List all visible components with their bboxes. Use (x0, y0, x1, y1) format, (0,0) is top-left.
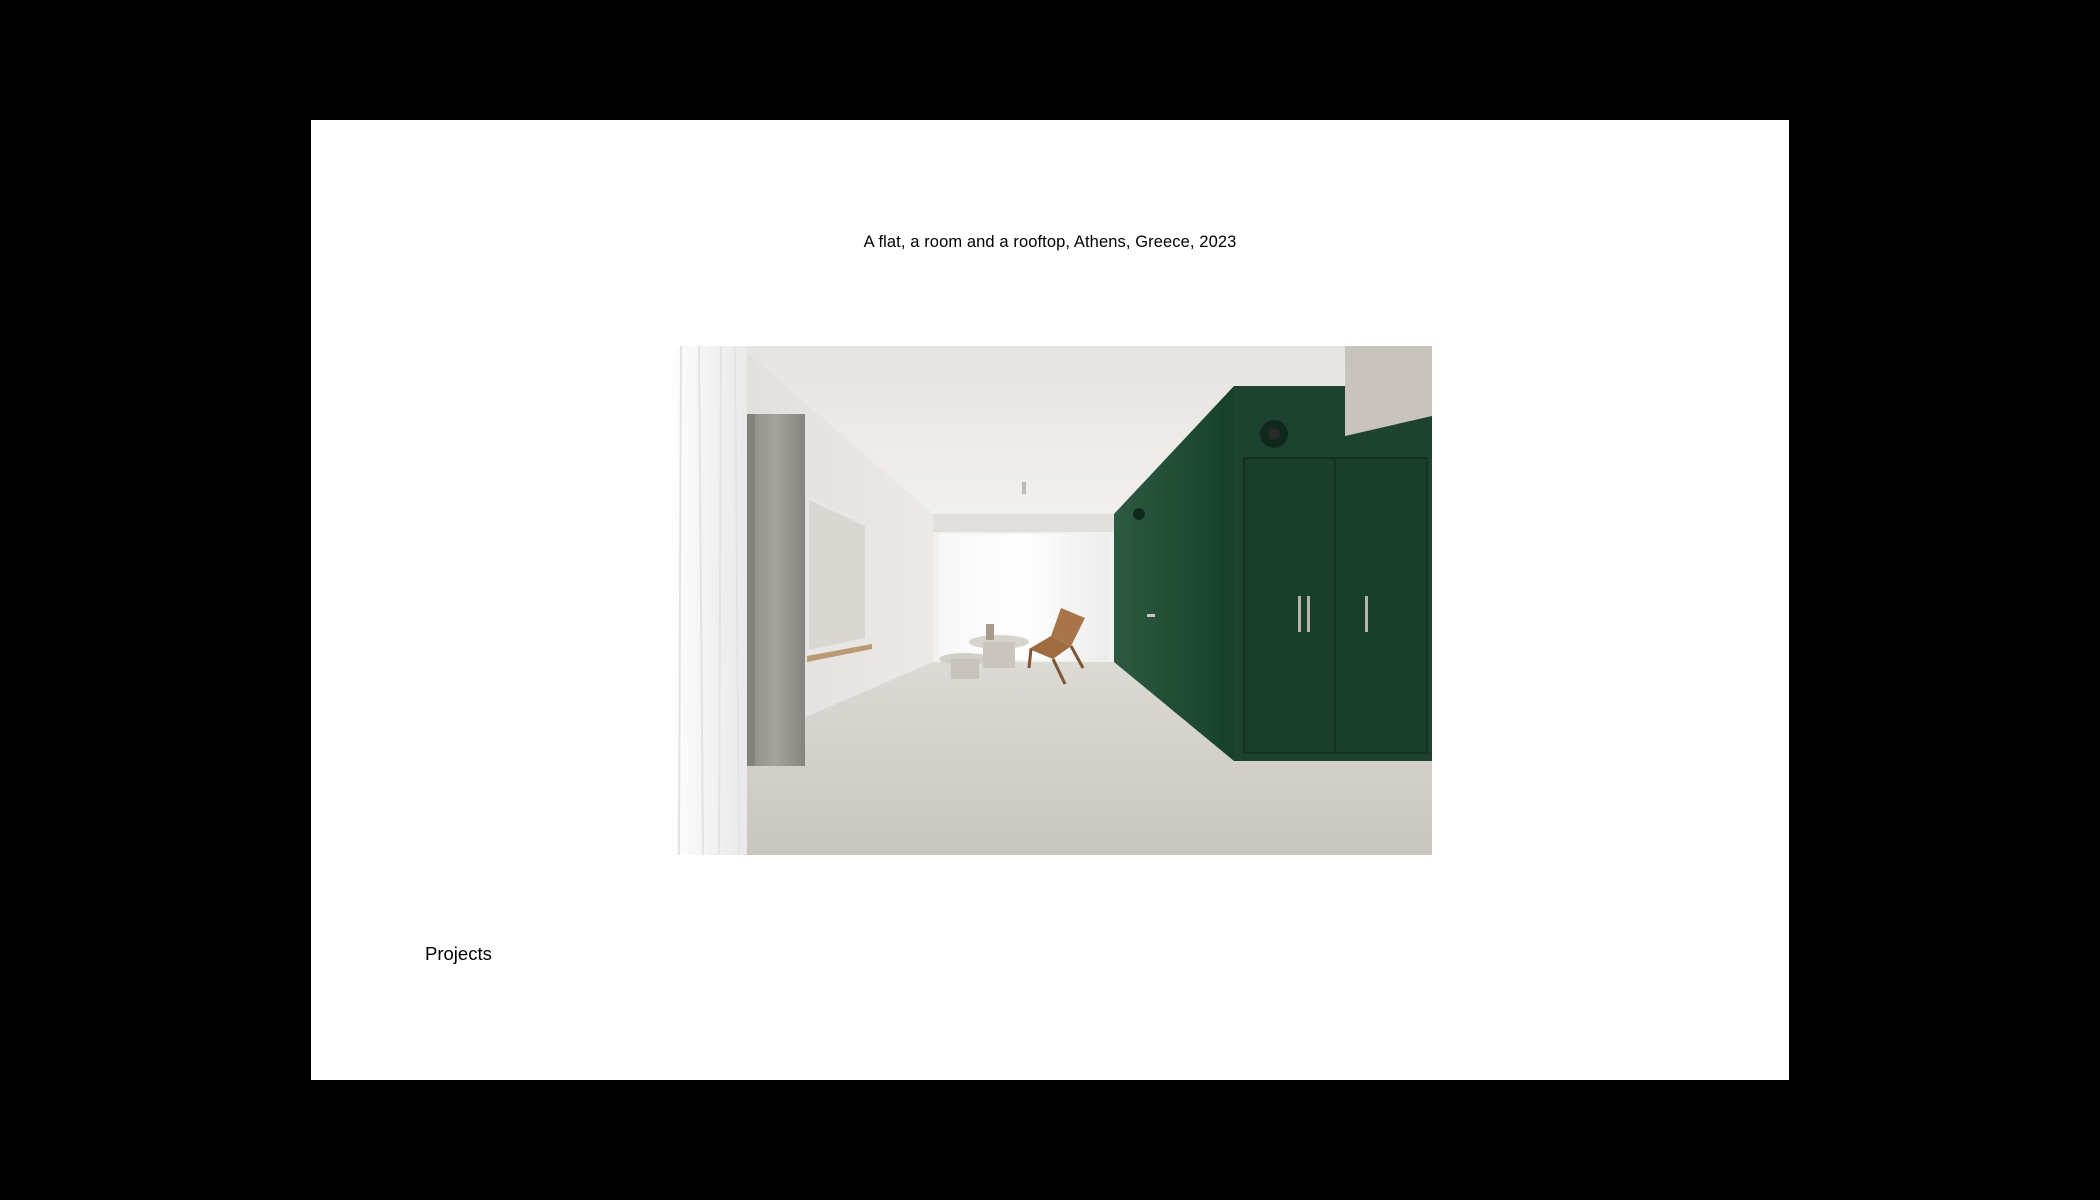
project-photo[interactable] (669, 346, 1432, 855)
project-caption: A flat, a room and a rooftop, Athens, Gr… (863, 233, 1237, 251)
projects-nav-link[interactable]: Projects (425, 943, 492, 965)
page-canvas: A flat, a room and a rooftop, Athens, Gr… (311, 120, 1789, 1080)
screen-backdrop: A flat, a room and a rooftop, Athens, Gr… (0, 0, 2100, 1200)
